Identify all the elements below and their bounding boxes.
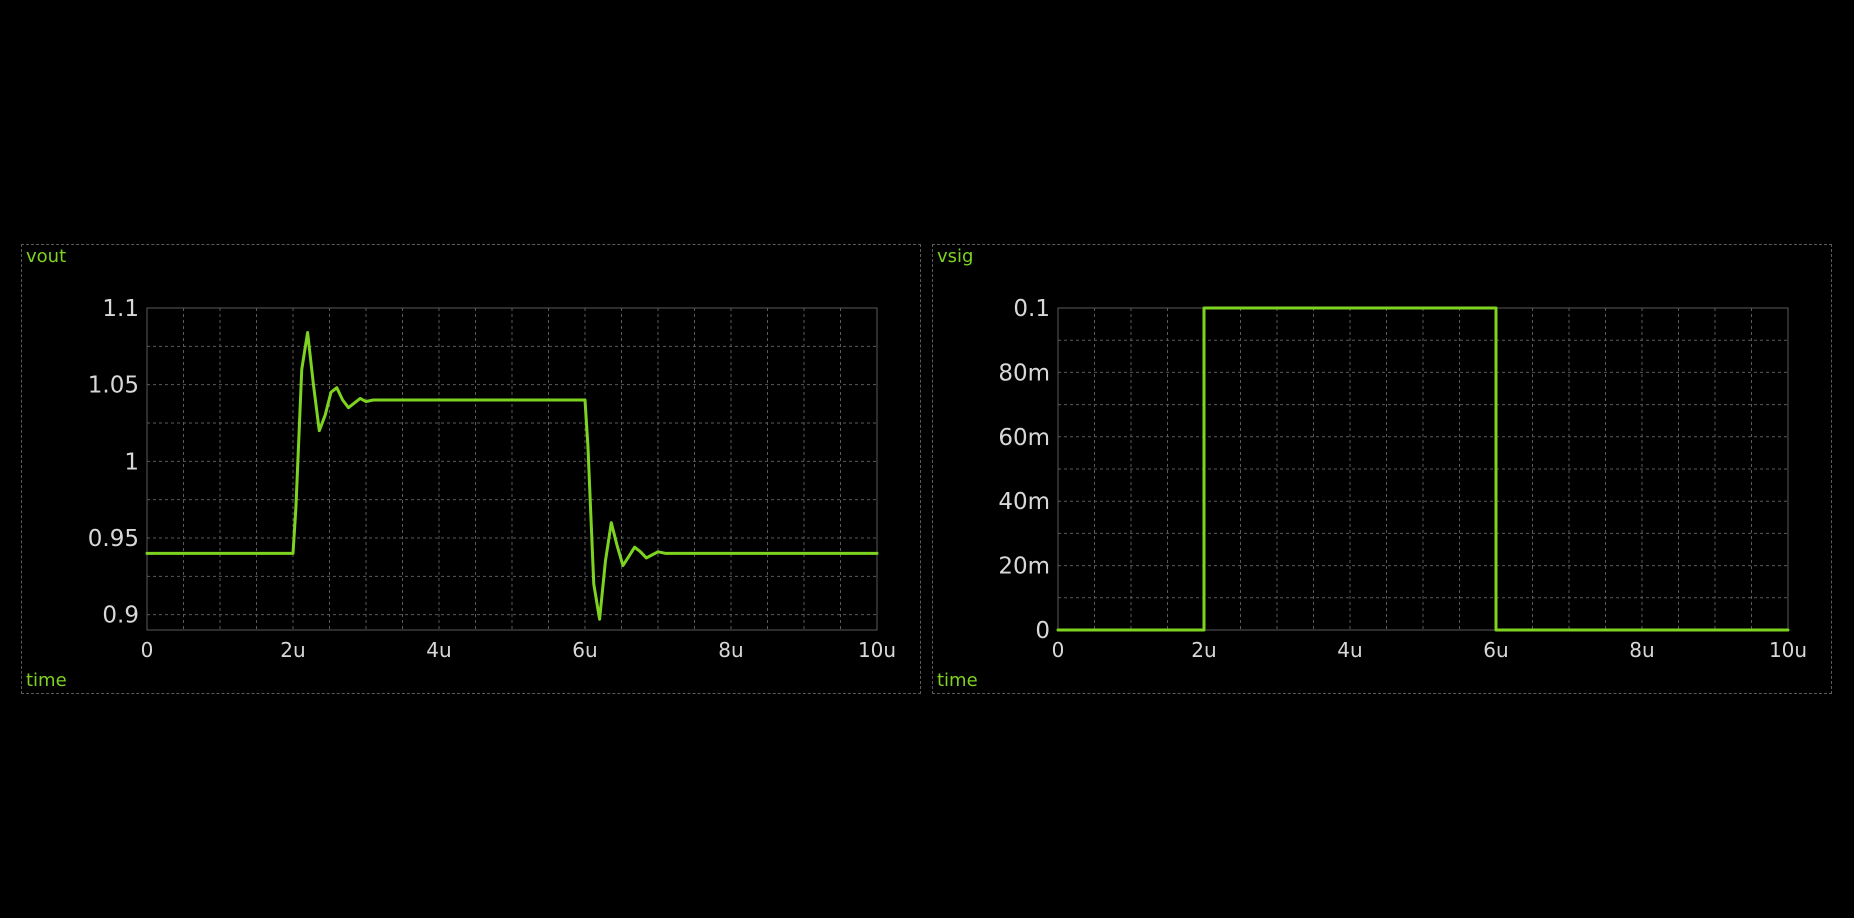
y-tick-label: 80m — [998, 360, 1050, 386]
x-tick-label: 10u — [1769, 638, 1807, 662]
waveform-viewer: vout time 0.9 0.95 1 1.05 1.1 0 2u 4u 6u 8u 10u vs… — [0, 0, 1854, 918]
vsig-plot-canvas: 0 20m 40m 60m 80m 0.1 0 2u 4u 6u 8u 10u — [998, 296, 1807, 662]
vout-plot-panel: vout time 0.9 0.95 1 1.05 1.1 0 2u 4u 6u 8u 10u — [21, 244, 921, 694]
y-tick-label: 0.95 — [88, 526, 139, 552]
x-tick-label: 4u — [1337, 638, 1362, 662]
y-tick-label: 1.1 — [102, 296, 139, 322]
y-tick-label: 0 — [1035, 618, 1050, 644]
vsig-plot-panel: vsig time 0 20m 40m 60m 80m 0.1 0 2u 4u 6u 8u 10u — [932, 244, 1832, 694]
y-tick-label: 40m — [998, 489, 1050, 515]
x-tick-label: 8u — [1629, 638, 1654, 662]
x-tick-label: 8u — [718, 638, 743, 662]
x-tick-label: 2u — [1191, 638, 1216, 662]
y-tick-label: 0.9 — [102, 603, 139, 629]
vout-plot-canvas: 0.9 0.95 1 1.05 1.1 0 2u 4u 6u 8u 10u — [88, 296, 896, 662]
y-tick-label: 20m — [998, 554, 1050, 580]
x-tick-label: 0 — [141, 638, 154, 662]
x-tick-label: 4u — [426, 638, 451, 662]
y-tick-label: 0.1 — [1013, 296, 1050, 322]
x-tick-label: 6u — [1483, 638, 1508, 662]
y-tick-label: 1 — [124, 449, 139, 475]
x-tick-label: 0 — [1052, 638, 1065, 662]
y-tick-label: 1.05 — [88, 373, 139, 399]
x-tick-label: 10u — [858, 638, 896, 662]
y-tick-label: 60m — [998, 425, 1050, 451]
x-tick-label: 6u — [572, 638, 597, 662]
x-tick-label: 2u — [280, 638, 305, 662]
